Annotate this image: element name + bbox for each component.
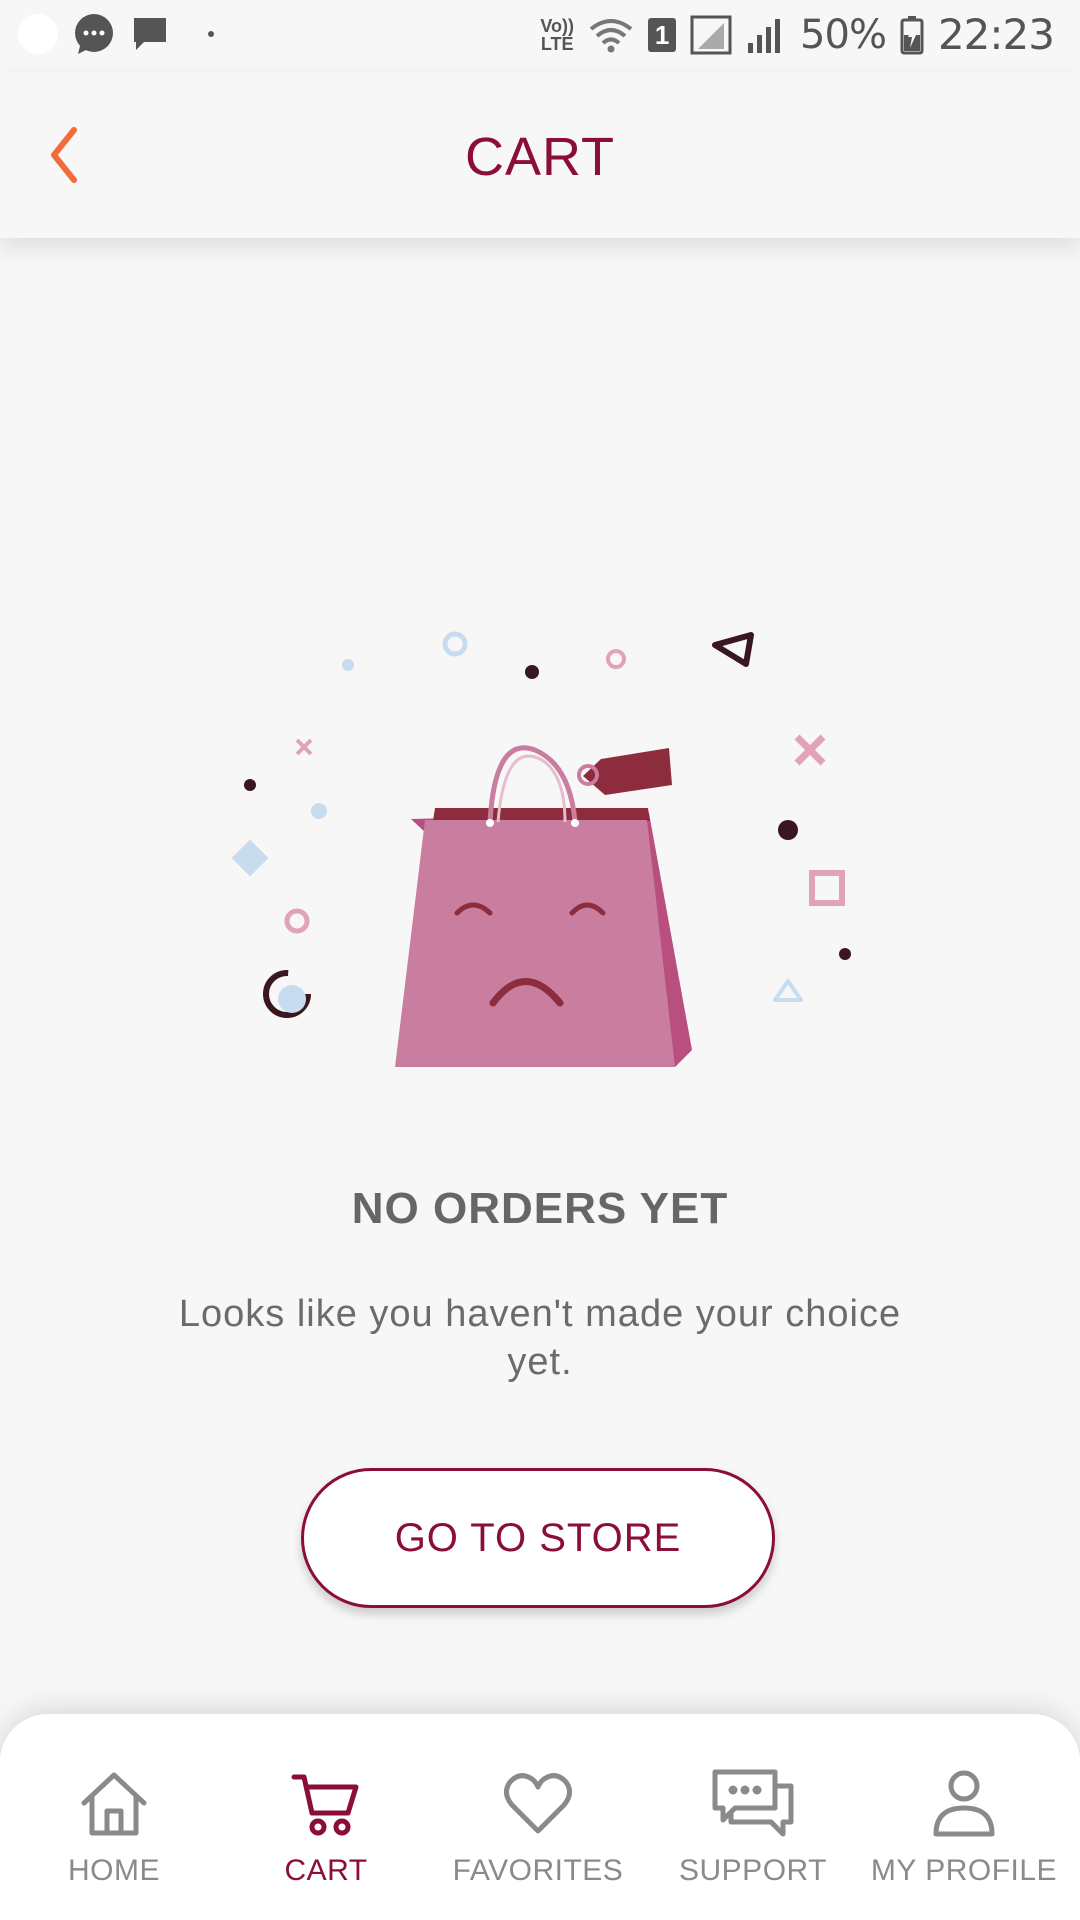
- confetti-square: [809, 870, 845, 906]
- confetti-ring: [442, 631, 468, 657]
- confetti-diamond: [231, 839, 269, 877]
- app-bar: CART: [0, 72, 1080, 238]
- confetti-ring: [606, 649, 626, 669]
- dot-notification-icon: [208, 31, 214, 37]
- sim-slot-icon: 1: [648, 17, 677, 52]
- nav-label-cart: CART: [284, 1854, 368, 1887]
- cart-icon: [291, 1774, 359, 1836]
- go-to-store-button[interactable]: GO TO STORE: [301, 1468, 775, 1608]
- nav-label-my-profile: MY PROFILE: [870, 1854, 1058, 1887]
- nav-label-home: HOME: [68, 1854, 160, 1887]
- volte-indicator: Vo)) LTE: [540, 15, 575, 54]
- chat-bubble-notification-icon: [75, 14, 113, 54]
- confetti-dot: [244, 779, 256, 791]
- message-notification-icon: [134, 18, 166, 50]
- system-indicators: Vo)) LTE 1 50% 22:23: [540, 10, 1055, 59]
- empty-state-message: Looks like you haven't made your choice …: [178, 1293, 902, 1383]
- signal-2-icon: [748, 18, 781, 53]
- status-bar: Vo)) LTE 1 50% 22:23: [0, 0, 1080, 72]
- nav-item-home[interactable]: HOME: [6, 1714, 222, 1920]
- battery-percentage: 50%: [800, 11, 887, 58]
- confetti-dot: [525, 665, 539, 679]
- nav-item-support[interactable]: SUPPORT: [645, 1714, 861, 1920]
- notification-icons: [18, 12, 214, 56]
- confetti-triangle: [712, 632, 754, 667]
- home-icon: [81, 1772, 147, 1836]
- page-title: CART: [464, 127, 616, 187]
- nav-item-my-profile[interactable]: MY PROFILE: [856, 1714, 1072, 1920]
- signal-1-icon: [690, 15, 732, 54]
- confetti-dot: [311, 803, 327, 819]
- confetti-cross: [794, 734, 826, 766]
- nav-item-favorites[interactable]: FAVORITES: [430, 1714, 646, 1920]
- confetti-dot: [778, 820, 798, 840]
- wifi-icon: [589, 18, 633, 52]
- clock: 22:23: [937, 10, 1055, 59]
- empty-state-title: NO ORDERS YET: [351, 1184, 729, 1233]
- confetti-triangle: [773, 979, 803, 1002]
- chat-icon: [712, 1769, 794, 1837]
- confetti-cross: [295, 738, 313, 756]
- confetti-dot: [342, 659, 354, 671]
- bottom-navigation: HOME CART FAVORITES SUPPORT MY PROFILE: [0, 1714, 1080, 1920]
- confetti-dot: [839, 948, 851, 960]
- empty-cart-illustration: [231, 631, 851, 1067]
- user-icon: [933, 1770, 995, 1837]
- confetti-ring: [284, 908, 310, 934]
- nav-item-cart[interactable]: CART: [218, 1714, 434, 1920]
- circle-notification-icon: [18, 14, 58, 54]
- sad-bag-icon: [395, 745, 692, 1067]
- heart-icon: [504, 1773, 572, 1834]
- battery-charging-icon: [900, 15, 924, 54]
- nav-label-support: SUPPORT: [679, 1854, 827, 1887]
- nav-label-favorites: FAVORITES: [452, 1854, 624, 1887]
